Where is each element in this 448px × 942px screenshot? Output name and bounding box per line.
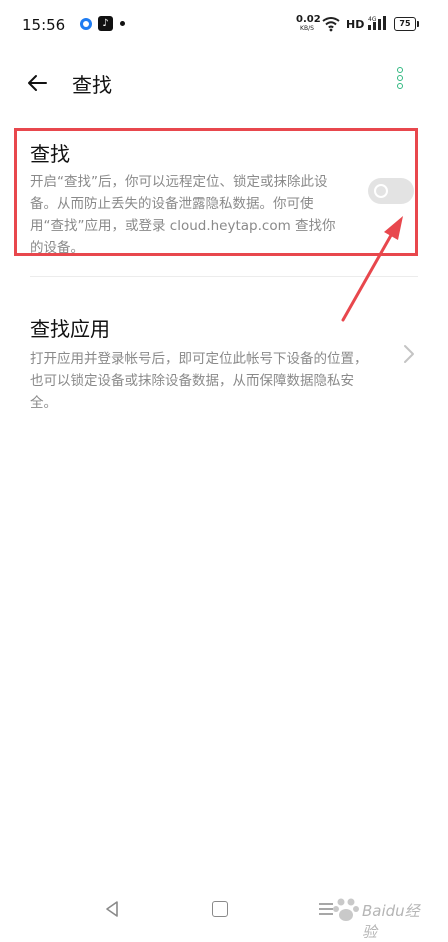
baidu-watermark: Baidu经验 xyxy=(332,894,432,941)
navigation-bar: Baidu经验 xyxy=(0,880,448,941)
baidu-paw-icon xyxy=(333,898,359,921)
nav-back-icon[interactable] xyxy=(104,900,120,918)
nav-home-icon[interactable] xyxy=(212,901,228,917)
watermark-text: Baidu经验 xyxy=(362,902,420,941)
annotation-arrow-icon xyxy=(341,216,403,322)
